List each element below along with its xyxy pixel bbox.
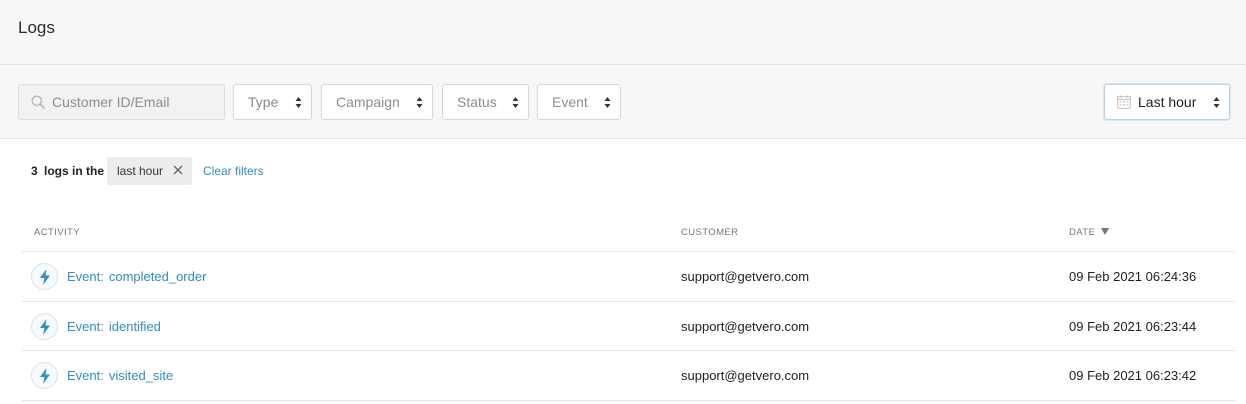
log-date: 09 Feb 2021 06:24:36 <box>1069 269 1197 284</box>
activity-link[interactable]: Event: identified <box>67 319 161 334</box>
date-range-label: Last hour <box>1138 94 1197 110</box>
event-badge <box>31 312 58 340</box>
event-select[interactable]: Event <box>537 84 621 120</box>
lightning-icon <box>40 269 50 285</box>
close-icon[interactable] <box>173 165 183 175</box>
date-range-select[interactable]: Last hour <box>1104 84 1230 120</box>
type-select-label: Type <box>248 94 279 110</box>
table-row[interactable]: Event: identified support@getvero.com 09 … <box>22 302 1235 351</box>
event-select-label: Event <box>552 94 588 110</box>
customer-email: support@getvero.com <box>681 318 810 334</box>
activity-prefix: Event: <box>67 368 104 383</box>
activity-link[interactable]: Event: completed_order <box>67 269 206 284</box>
sort-caret-icon <box>295 97 302 108</box>
activity-name: identified <box>108 318 161 334</box>
type-select[interactable]: Type <box>233 84 312 120</box>
activity-prefix: Event: <box>67 269 104 284</box>
logs-table: ACTIVITY CUSTOMER DATE Event: completed_o… <box>22 214 1235 401</box>
event-badge <box>31 362 58 389</box>
lightning-icon <box>40 318 50 335</box>
table-header: ACTIVITY CUSTOMER DATE <box>22 214 1235 252</box>
status-select[interactable]: Status <box>442 84 529 120</box>
campaign-select-label: Campaign <box>336 94 400 110</box>
sort-caret-icon <box>604 97 611 108</box>
sort-down-icon <box>1101 228 1110 235</box>
log-date: 09 Feb 2021 06:23:42 <box>1069 368 1197 383</box>
results-text: logs in the <box>44 164 104 178</box>
search-box[interactable] <box>18 84 225 120</box>
page-title: Logs <box>18 18 55 37</box>
sort-caret-icon <box>1213 97 1220 108</box>
lightning-icon <box>40 368 50 384</box>
search-input[interactable] <box>52 85 222 119</box>
status-select-label: Status <box>457 94 497 110</box>
activity-link[interactable]: Event: visited_site <box>67 368 173 383</box>
activity-name: completed_order <box>108 269 207 284</box>
results-summary: 3 logs in the last hour Clear filters <box>31 157 431 185</box>
campaign-select[interactable]: Campaign <box>321 84 433 120</box>
results-count: 3 <box>31 164 38 178</box>
activity-name: visited_site <box>108 368 174 383</box>
event-badge <box>31 263 58 290</box>
sort-caret-icon <box>512 97 519 108</box>
table-row[interactable]: Event: completed_order support@getvero.co… <box>22 252 1235 302</box>
calendar-icon <box>1117 95 1131 109</box>
column-header-customer[interactable]: CUSTOMER <box>681 227 738 238</box>
column-header-activity[interactable]: ACTIVITY <box>34 227 80 238</box>
column-header-date-label: DATE <box>1069 227 1096 238</box>
sort-caret-icon <box>416 97 423 108</box>
activity-prefix: Event: <box>67 318 104 334</box>
search-icon <box>31 95 45 109</box>
filter-chip: last hour <box>107 157 192 185</box>
log-date: 09 Feb 2021 06:23:44 <box>1069 318 1197 334</box>
customer-email: support@getvero.com <box>681 368 810 383</box>
customer-email: support@getvero.com <box>681 269 810 284</box>
table-row[interactable]: Event: visited_site support@getvero.com 0… <box>22 351 1235 401</box>
clear-filters-link[interactable]: Clear filters <box>203 164 264 178</box>
page-header: Logs <box>0 0 1246 65</box>
filter-chip-label: last hour <box>117 164 164 178</box>
filter-bar: Type Campaign Status Event <box>0 65 1246 139</box>
column-header-date[interactable]: DATE <box>1069 227 1110 238</box>
